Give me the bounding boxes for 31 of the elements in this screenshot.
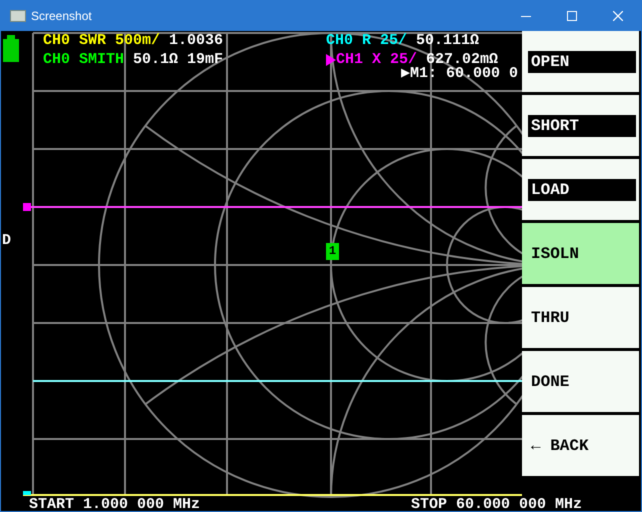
menu-button[interactable]: ← BACK bbox=[522, 415, 639, 476]
menu-button[interactable]: LOAD bbox=[522, 159, 639, 220]
marker-readout: ▶M1: 60.000 0 bbox=[401, 65, 520, 83]
button-label: OPEN bbox=[528, 50, 636, 72]
trace-value: 1.0036 bbox=[169, 31, 224, 50]
trace-value: 627.02mΩ bbox=[426, 50, 498, 68]
menu-button[interactable]: ISOLN bbox=[522, 223, 639, 284]
button-label: LOAD bbox=[528, 178, 636, 200]
marker-badge: 1 bbox=[326, 243, 339, 260]
button-label: SHORT bbox=[528, 114, 636, 136]
trace-label: CH0 R 25/ bbox=[326, 31, 408, 50]
window-title: Screenshot bbox=[31, 8, 92, 25]
trace-label: CH1 X 25/ bbox=[336, 50, 418, 68]
trace-value: 50.1Ω 19mF bbox=[133, 50, 224, 69]
button-label: ← BACK bbox=[530, 436, 589, 456]
trace-label: CH0 SMITH bbox=[43, 50, 124, 69]
menu-button[interactable]: OPEN bbox=[522, 31, 639, 92]
menu-button[interactable]: DONE bbox=[522, 351, 639, 412]
button-label: THRU bbox=[530, 308, 570, 328]
battery-icon bbox=[3, 35, 19, 62]
menu-button[interactable]: THRU bbox=[522, 287, 639, 348]
app-icon bbox=[10, 10, 26, 22]
trace-label: CH0 SWR 500m/ bbox=[43, 31, 160, 50]
trace-value: 50.111Ω bbox=[416, 31, 480, 50]
side-label: D bbox=[2, 231, 12, 251]
sweep-start: START 1.000 000 MHz bbox=[29, 496, 200, 511]
button-label: ISOLN bbox=[530, 244, 580, 264]
reference-marker-icon bbox=[23, 491, 31, 495]
menu-button[interactable]: SHORT bbox=[522, 95, 639, 156]
sweep-stop: STOP 60.000 000 MHz bbox=[411, 496, 582, 511]
button-label: DONE bbox=[530, 372, 570, 392]
